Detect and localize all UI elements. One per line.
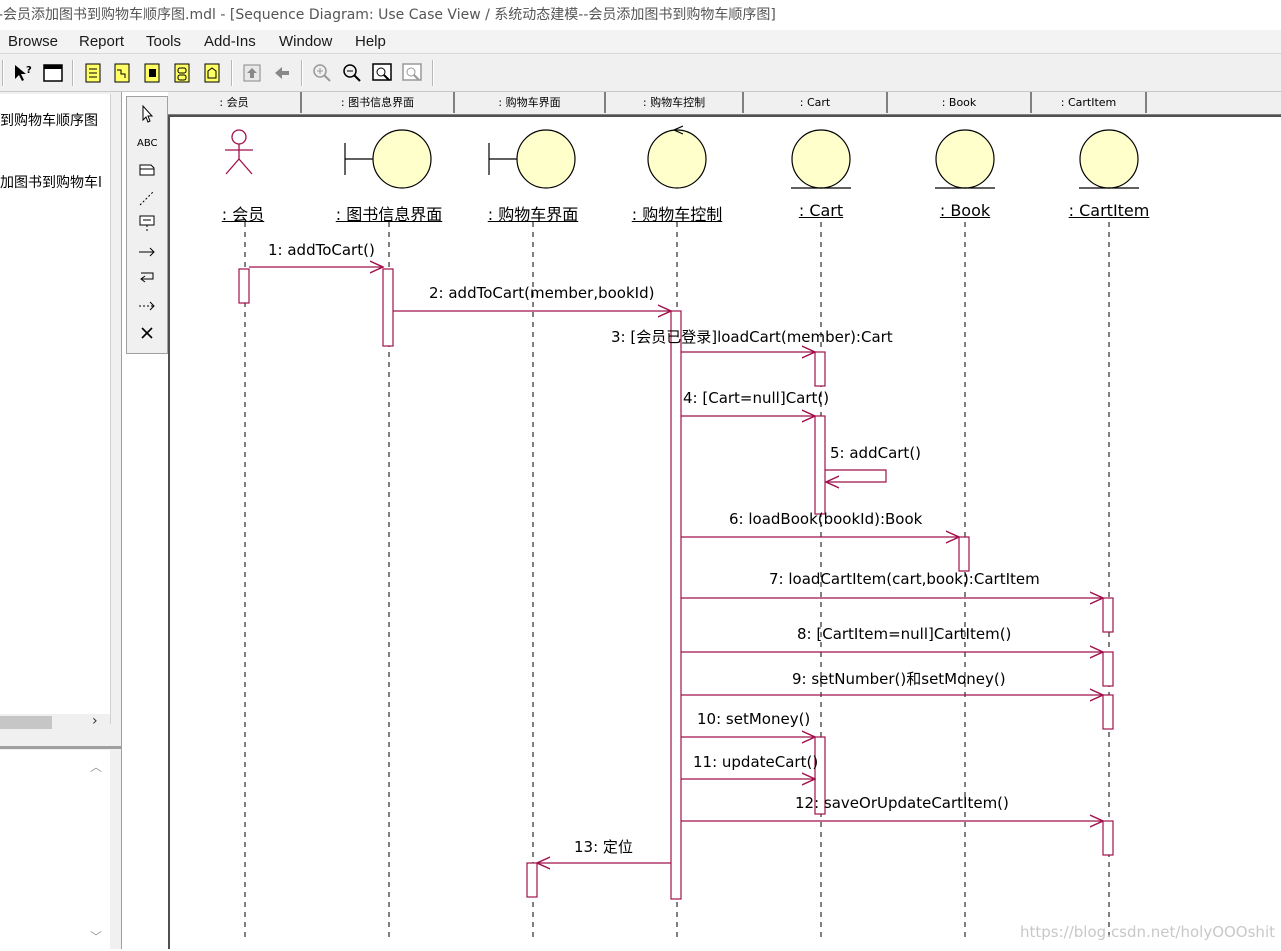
boundary-icon (488, 129, 576, 189)
header-cell-book[interactable]: : Book (888, 92, 1032, 113)
window-title-bar: -会员添加图书到购物车顺序图.mdl - [Sequence Diagram: … (0, 0, 1281, 30)
message-label-1[interactable]: 1: addToCart() (268, 241, 375, 259)
text-box-icon[interactable]: ABC (135, 131, 159, 153)
message-to-self-icon[interactable] (135, 267, 159, 289)
lifeline-header-strip: : 会员 : 图书信息界面 : 购物车界面 : 购物车控制 : Cart : B… (168, 92, 1281, 115)
object-name-cartitem[interactable]: : CartItem (1069, 201, 1150, 220)
destruction-marker-icon[interactable] (135, 323, 159, 345)
actor-icon (225, 129, 253, 175)
activation-bar (382, 268, 394, 347)
statechart-diagram-icon[interactable] (171, 62, 193, 84)
menu-browse[interactable]: Browse (8, 31, 58, 52)
model-browser: 到购物车顺序图 加图书到购物车l › ︿ ﹀ (0, 92, 122, 949)
object-name-cart[interactable]: : Cart (799, 201, 843, 220)
tree-item-sequence-diagram[interactable]: 到购物车顺序图 (0, 110, 98, 130)
message-label-12[interactable]: 12: saveOrUpdateCartItem() (795, 794, 1009, 812)
message-label-4[interactable]: 4: [Cart=null]Cart() (683, 389, 829, 407)
note-icon[interactable] (135, 159, 159, 181)
message-label-6[interactable]: 6: loadBook(bookId):Book (729, 510, 922, 528)
header-cell-cartitem[interactable]: : CartItem (1032, 92, 1147, 113)
menu-tools[interactable]: Tools (146, 31, 181, 52)
browser-splitter[interactable] (0, 746, 121, 749)
object-name-book-info-ui[interactable]: : 图书信息界面 (336, 201, 442, 225)
control-icon (647, 125, 707, 189)
activation-bar (1102, 694, 1114, 730)
activation-bar (238, 268, 250, 304)
object-message-icon[interactable] (135, 241, 159, 263)
object-name-cart-control[interactable]: : 购物车控制 (632, 201, 722, 225)
svg-text:?: ? (26, 65, 32, 76)
toolbar: ? (0, 54, 1281, 92)
message-label-8[interactable]: 8: [CartItem=null]CartItem() (797, 625, 1011, 643)
activation-bar (670, 310, 682, 900)
activation-bar (814, 415, 826, 515)
scroll-down-arrow-icon[interactable]: ﹀ (90, 928, 102, 945)
message-label-10[interactable]: 10: setMoney() (697, 710, 810, 728)
menu-window[interactable]: Window (279, 31, 332, 52)
entity-icon (935, 129, 995, 189)
class-diagram-icon[interactable] (82, 62, 104, 84)
svg-text:ABC: ABC (137, 138, 158, 149)
selection-arrow-icon[interactable] (135, 103, 159, 125)
header-cell-cart-ui[interactable]: : 购物车界面 (455, 92, 606, 113)
header-cell-book-info-ui[interactable]: : 图书信息界面 (302, 92, 455, 113)
context-help-icon[interactable]: ? (12, 62, 34, 84)
activation-bar (958, 536, 970, 572)
anchor-note-icon[interactable] (135, 187, 159, 209)
deployment-diagram-icon[interactable] (201, 62, 223, 84)
fit-in-window-icon[interactable] (371, 62, 393, 84)
view-doc-icon[interactable] (42, 62, 64, 84)
activation-bar (1102, 597, 1114, 633)
zoom-in-icon[interactable] (311, 62, 333, 84)
menu-bar: Browse Report Tools Add-Ins Window Help (0, 30, 1281, 54)
browser-horizontal-scrollbar[interactable]: › (0, 713, 110, 731)
boundary-icon (344, 129, 432, 189)
diagram-toolbox: ABC (126, 96, 168, 354)
browser-tree: 到购物车顺序图 加图书到购物车l (0, 94, 111, 724)
menu-add-ins[interactable]: Add-Ins (204, 31, 256, 52)
browse-parent-icon[interactable] (241, 62, 263, 84)
activation-bar (1102, 820, 1114, 856)
tree-item-sequence-diagram-2[interactable]: 加图书到购物车l (0, 172, 102, 192)
message-label-7[interactable]: 7: loadCartItem(cart,book):CartItem (769, 570, 1040, 588)
header-cell-cart-control[interactable]: : 购物车控制 (606, 92, 744, 113)
undo-fit-icon[interactable] (401, 62, 423, 84)
documentation-vertical-scrollbar[interactable]: ︿ ﹀ (86, 756, 106, 949)
window-title: -会员添加图书到购物车顺序图.mdl - [Sequence Diagram: … (0, 7, 776, 23)
object-name-member[interactable]: : 会员 (222, 201, 264, 225)
interaction-diagram-icon[interactable] (111, 62, 133, 84)
message-label-5[interactable]: 5: addCart() (830, 444, 921, 462)
sequence-diagram-canvas[interactable]: : 会员 : 图书信息界面 : 购物车界面 : 购物车控制 : Cart : B… (168, 115, 1281, 949)
message-label-13[interactable]: 13: 定位 (574, 836, 633, 857)
return-message-icon[interactable] (135, 295, 159, 317)
menu-help[interactable]: Help (355, 31, 386, 52)
object-name-cart-ui[interactable]: : 购物车界面 (488, 201, 578, 225)
entity-icon (1079, 129, 1139, 189)
message-label-11[interactable]: 11: updateCart() (693, 753, 818, 771)
header-cell-cart[interactable]: : Cart (744, 92, 888, 113)
watermark: https://blog.csdn.net/holyOOOshit (1020, 923, 1275, 941)
menu-report[interactable]: Report (79, 31, 124, 52)
entity-icon (791, 129, 851, 189)
message-label-9[interactable]: 9: setNumber()和setMoney() (792, 668, 1006, 689)
message-label-2[interactable]: 2: addToCart(member,bookId) (429, 284, 654, 302)
browse-previous-icon[interactable] (271, 62, 293, 84)
scroll-right-arrow-icon[interactable]: › (92, 713, 98, 729)
activation-bar (526, 862, 538, 898)
scrollbar-thumb[interactable] (0, 716, 52, 729)
activation-bar (814, 351, 826, 387)
object-name-book[interactable]: : Book (940, 201, 990, 220)
object-icon[interactable] (135, 213, 159, 235)
message-label-3[interactable]: 3: [会员已登录]loadCart(member):Cart (611, 326, 893, 347)
activation-bar (1102, 651, 1114, 687)
scroll-up-arrow-icon[interactable]: ︿ (90, 758, 102, 775)
header-cell-member[interactable]: : 会员 (168, 92, 302, 113)
component-diagram-icon[interactable] (141, 62, 163, 84)
zoom-out-icon[interactable] (341, 62, 363, 84)
message-arrow-5 (825, 469, 887, 482)
